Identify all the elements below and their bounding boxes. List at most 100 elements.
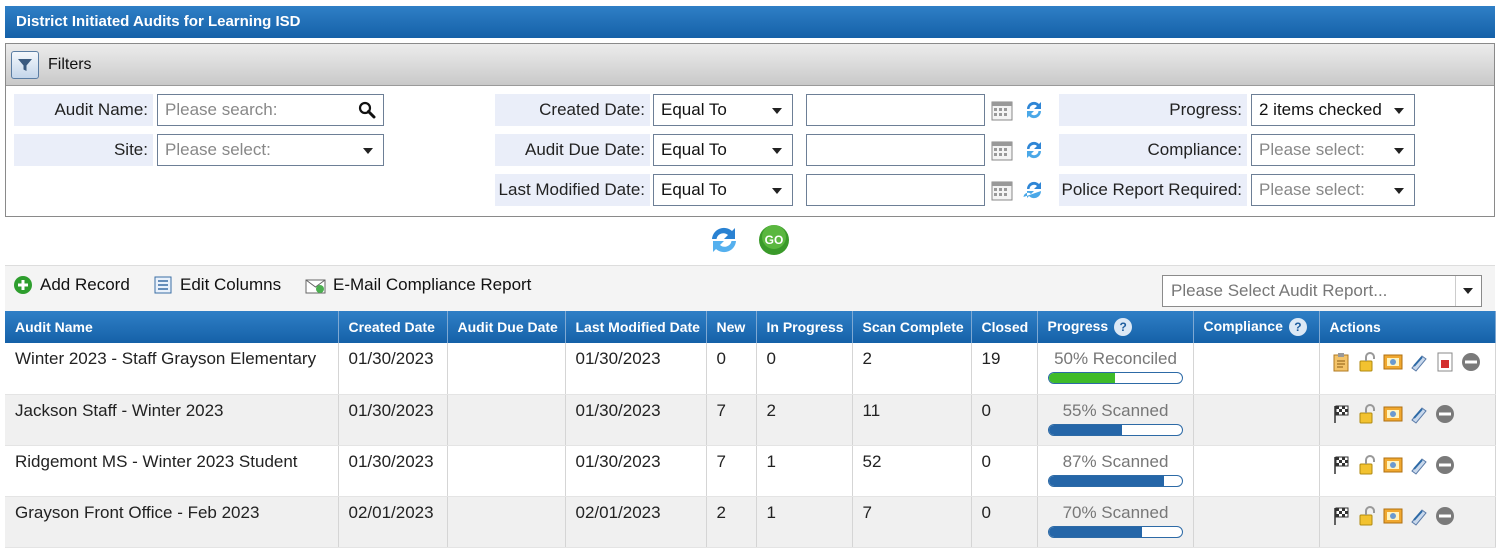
refresh-icon[interactable]: [1023, 139, 1045, 161]
chevron-down-icon: [772, 108, 782, 114]
created-date-cell: 01/30/2023: [338, 343, 448, 395]
edit-columns-icon: [154, 276, 172, 294]
table-header-row: Audit Name Created Date Audit Due Date L…: [5, 311, 1496, 343]
closed-count-cell: 0: [971, 445, 1038, 497]
progress-bar-fill: [1048, 373, 1115, 383]
photo-icon[interactable]: [1382, 454, 1404, 476]
search-icon[interactable]: [358, 101, 376, 119]
column-header-new[interactable]: New: [706, 311, 757, 343]
created-date-input[interactable]: [806, 94, 985, 126]
last-modified-date-operator-value: Equal To: [661, 180, 727, 199]
reset-filters-button[interactable]: [707, 223, 741, 257]
last-modified-date-cell: 01/30/2023: [565, 394, 707, 446]
unlock-icon[interactable]: [1356, 454, 1378, 476]
audit-name-label: Audit Name:: [14, 94, 153, 126]
unlock-icon[interactable]: [1356, 403, 1378, 425]
scanner-icon[interactable]: [1408, 454, 1430, 476]
progress-bar: [1047, 423, 1183, 436]
audit-due-date-cell: [447, 343, 566, 395]
column-header-compliance[interactable]: Compliance?: [1193, 311, 1320, 343]
table-row[interactable]: Grayson Front Office - Feb 2023 02/01/202…: [5, 496, 1496, 548]
scanner-icon[interactable]: [1408, 403, 1430, 425]
column-header-audit-name[interactable]: Audit Name: [5, 311, 339, 343]
column-header-scan-complete[interactable]: Scan Complete: [852, 311, 972, 343]
compliance-header-label: Compliance: [1203, 317, 1283, 334]
remove-icon[interactable]: [1434, 505, 1456, 527]
go-button[interactable]: GO: [758, 224, 790, 256]
last-modified-date-input[interactable]: [806, 174, 985, 206]
column-header-actions: Actions: [1319, 311, 1496, 343]
site-select[interactable]: Please select:: [157, 134, 384, 166]
email-compliance-report-label: E-Mail Compliance Report: [333, 275, 532, 294]
unlock-icon[interactable]: [1356, 505, 1378, 527]
refresh-icon[interactable]: [1023, 99, 1045, 121]
calendar-icon[interactable]: [991, 181, 1013, 201]
progress-filter-select[interactable]: 2 items checked: [1251, 94, 1415, 126]
filters-header[interactable]: Filters: [6, 44, 1494, 86]
table-row[interactable]: Jackson Staff - Winter 2023 01/30/2023 01/…: [5, 394, 1496, 446]
progress-bar-fill: [1048, 526, 1142, 537]
photo-icon[interactable]: [1382, 351, 1404, 373]
created-date-label: Created Date:: [495, 94, 650, 126]
filters-label: Filters: [48, 55, 92, 73]
column-header-in-progress[interactable]: In Progress: [756, 311, 853, 343]
remove-icon[interactable]: [1434, 403, 1456, 425]
table-row[interactable]: Winter 2023 - Staff Grayson Elementary 01…: [5, 343, 1496, 395]
column-header-last-modified-date[interactable]: Last Modified Date: [565, 311, 707, 343]
photo-icon[interactable]: [1382, 403, 1404, 425]
photo-icon[interactable]: [1382, 505, 1404, 527]
progress-filter-value: 2 items checked: [1259, 100, 1382, 119]
column-header-created-date[interactable]: Created Date: [338, 311, 448, 343]
compliance-cell: [1193, 394, 1320, 446]
scanner-icon[interactable]: [1408, 351, 1430, 373]
compliance-filter-label: Compliance:: [1059, 134, 1247, 166]
site-placeholder: Please select:: [165, 140, 271, 159]
calendar-icon[interactable]: [991, 141, 1013, 161]
filter-funnel-icon[interactable]: [11, 50, 39, 79]
checkered-flag-icon[interactable]: [1330, 505, 1352, 527]
column-header-closed[interactable]: Closed: [971, 311, 1038, 343]
in-progress-count-cell: 0: [756, 343, 853, 395]
remove-icon[interactable]: [1434, 454, 1456, 476]
add-record-label: Add Record: [40, 275, 130, 294]
progress-label: 50% Reconciled: [1054, 349, 1177, 368]
audit-name-cell: Grayson Front Office - Feb 2023: [5, 496, 339, 548]
progress-label: 87% Scanned: [1062, 451, 1169, 471]
chevron-down-icon: [1394, 188, 1404, 194]
email-compliance-report-button[interactable]: E-Mail Compliance Report: [305, 275, 531, 295]
add-record-button[interactable]: Add Record: [13, 275, 130, 295]
created-date-operator-select[interactable]: Equal To: [653, 94, 793, 126]
remove-icon[interactable]: [1460, 351, 1482, 373]
audit-due-date-operator-select[interactable]: Equal To: [653, 134, 793, 166]
pdf-report-icon[interactable]: [1434, 351, 1456, 373]
dropdown-button[interactable]: [1455, 276, 1481, 306]
column-header-progress[interactable]: Progress?: [1037, 311, 1194, 343]
chevron-down-icon: [1394, 108, 1404, 114]
audit-due-date-input[interactable]: [806, 134, 985, 166]
police-report-filter-select[interactable]: Please select:: [1251, 174, 1415, 206]
compliance-filter-select[interactable]: Please select:: [1251, 134, 1415, 166]
scanner-icon[interactable]: [1408, 505, 1430, 527]
column-header-audit-due-date[interactable]: Audit Due Date: [447, 311, 566, 343]
table-row[interactable]: Ridgemont MS - Winter 2023 Student 01/30/…: [5, 445, 1496, 497]
last-modified-date-operator-select[interactable]: Equal To: [653, 174, 793, 206]
audit-report-select[interactable]: Please Select Audit Report...: [1162, 275, 1482, 307]
audit-due-date-cell: [447, 496, 566, 548]
calendar-icon[interactable]: [991, 101, 1013, 121]
clipboard-icon[interactable]: [1330, 351, 1352, 373]
compliance-cell: [1193, 496, 1320, 548]
checkered-flag-icon[interactable]: [1330, 454, 1352, 476]
progress-cell: 87% Scanned: [1037, 445, 1194, 497]
progress-label: 55% Scanned: [1062, 400, 1169, 420]
edit-columns-button[interactable]: Edit Columns: [153, 275, 281, 295]
audit-due-date-label: Audit Due Date:: [495, 134, 650, 166]
progress-cell: 50% Reconciled: [1037, 343, 1194, 395]
audit-name-placeholder: Please search:: [165, 100, 278, 119]
help-icon[interactable]: ?: [1114, 318, 1133, 337]
checkered-flag-icon[interactable]: [1330, 403, 1352, 425]
help-icon[interactable]: ?: [1288, 318, 1307, 337]
audit-name-search-input[interactable]: Please search:: [157, 94, 384, 126]
scan-complete-count-cell: 2: [852, 343, 972, 395]
refresh-icon[interactable]: [1023, 179, 1045, 201]
unlock-icon[interactable]: [1356, 351, 1378, 373]
